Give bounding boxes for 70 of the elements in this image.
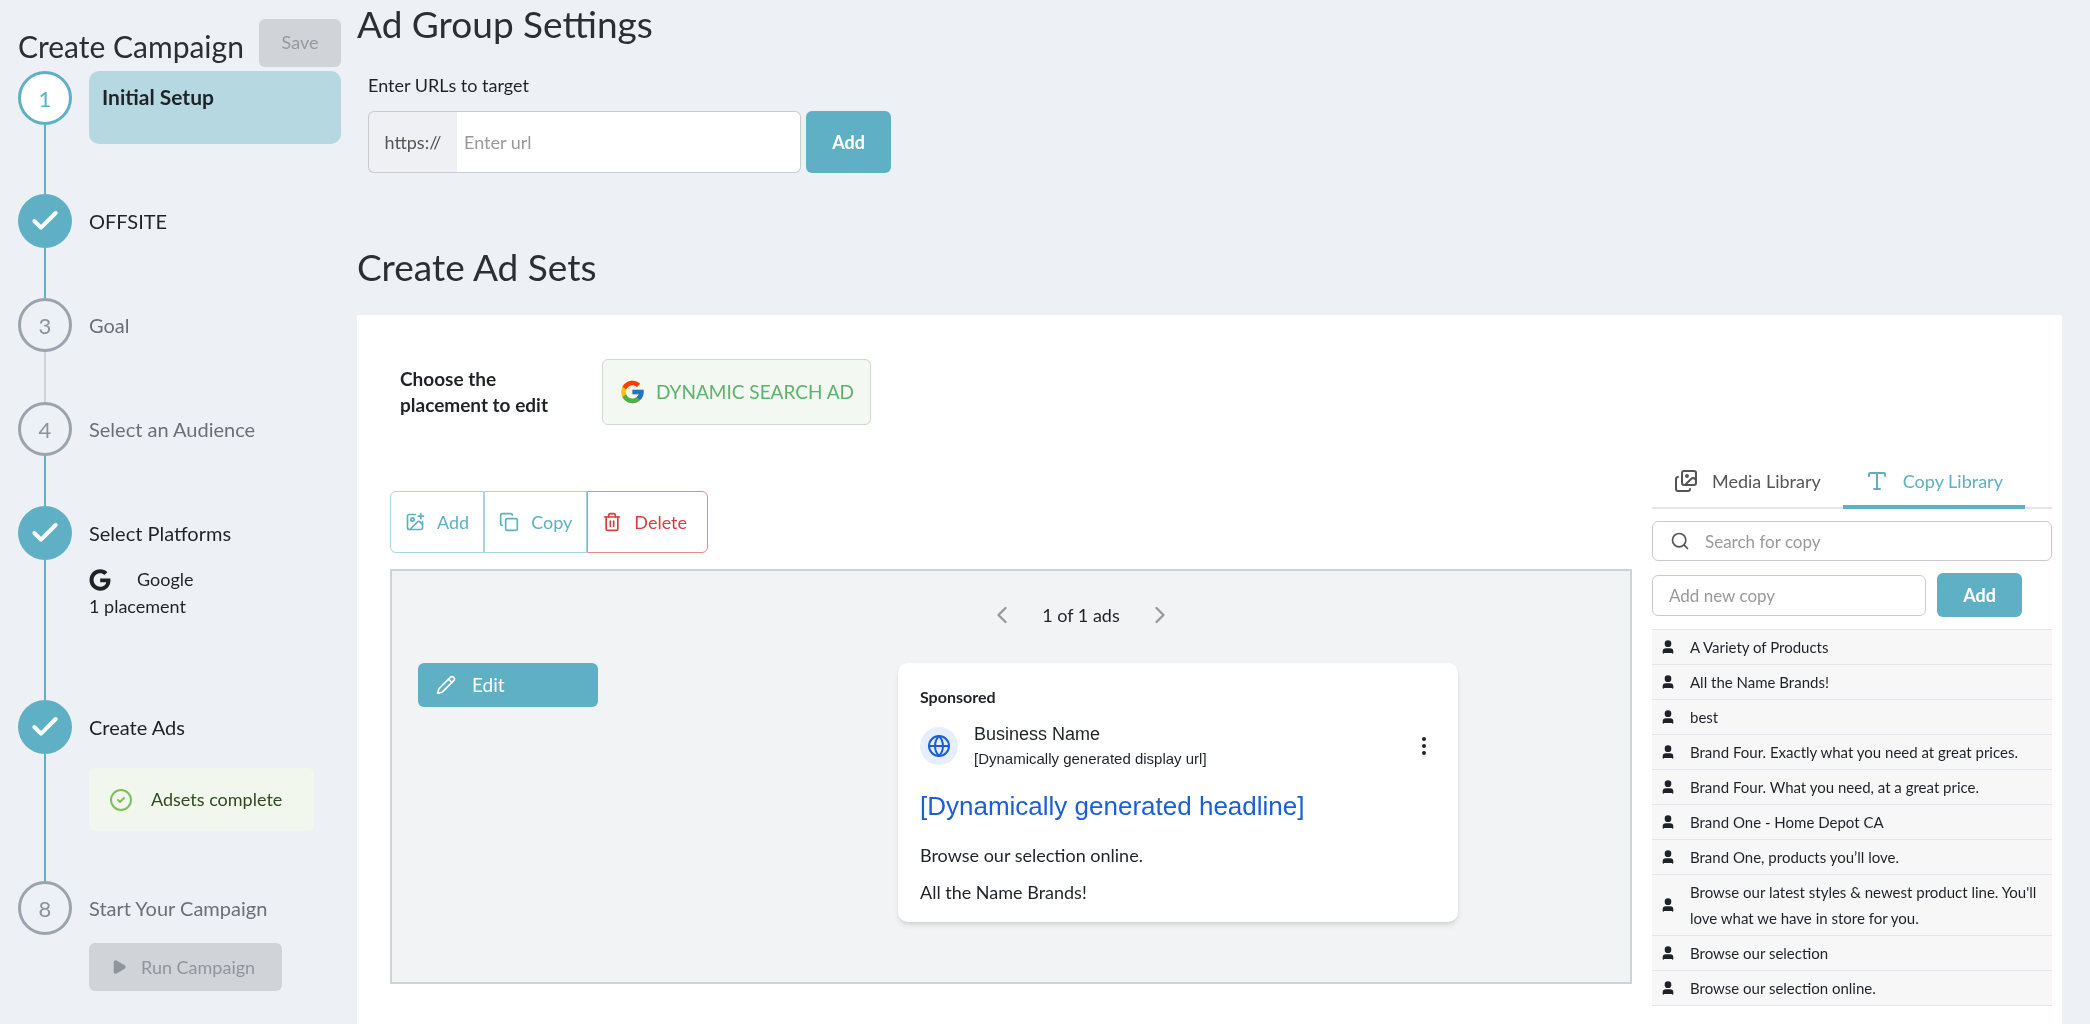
images-icon bbox=[1674, 469, 1698, 493]
person-icon bbox=[1660, 639, 1676, 655]
copy-text: Brand Four. Exactly what you need at great prices. bbox=[1690, 742, 2018, 763]
copy-text: Browse our selection online. bbox=[1690, 978, 1876, 999]
step-label[interactable]: Select an Audience bbox=[89, 402, 341, 456]
current-step-card[interactable]: Initial Setup bbox=[89, 71, 341, 144]
copy-text: Brand Four. What you need, at a great price. bbox=[1690, 777, 1980, 798]
person-icon bbox=[1660, 744, 1676, 760]
copy-text: Brand One, products you’ll love. bbox=[1690, 847, 1899, 868]
field-label: Enter URLs to target bbox=[368, 73, 530, 98]
pencil-icon bbox=[436, 675, 456, 695]
copy-list-item[interactable]: All the Name Brands! bbox=[1652, 665, 2052, 700]
step-number: 1 bbox=[18, 71, 72, 125]
trash-icon bbox=[602, 512, 623, 532]
step-label[interactable]: OFFSITE bbox=[89, 194, 341, 248]
person-icon bbox=[1660, 945, 1676, 961]
person-icon bbox=[1660, 674, 1676, 690]
status-text: Adsets complete bbox=[151, 787, 283, 812]
business-name: Business Name bbox=[974, 723, 1102, 746]
copy-list-item[interactable]: Brand Four. Exactly what you need at great prices. bbox=[1652, 735, 2052, 770]
copy-list-item[interactable]: Browse our selection bbox=[1652, 936, 2052, 971]
step-label[interactable]: Start Your Campaign bbox=[89, 881, 341, 935]
placement-label: Choose the placement to edit bbox=[400, 366, 549, 418]
add-image-icon bbox=[405, 512, 425, 532]
step-number: 4 bbox=[18, 402, 72, 456]
library-tab[interactable]: Media Library bbox=[1652, 457, 1843, 509]
person-icon bbox=[1660, 779, 1676, 795]
ad-headline: [Dynamically generated headline] bbox=[920, 789, 1306, 823]
copy-list-item[interactable]: A Variety of Products bbox=[1652, 630, 2052, 665]
person-icon bbox=[1660, 709, 1676, 725]
copy-list-item[interactable]: Brand Four. What you need, at a great price. bbox=[1652, 770, 2052, 805]
step-number: 3 bbox=[18, 298, 72, 352]
globe-icon bbox=[920, 726, 958, 765]
toolbar-button[interactable]: Delete bbox=[587, 491, 708, 553]
copy-text: Browse our selection bbox=[1690, 943, 1829, 964]
copy-list-item[interactable]: best bbox=[1652, 700, 2052, 735]
check-circle-icon bbox=[109, 787, 133, 812]
copy-list-item[interactable]: Browse our selection online. bbox=[1652, 971, 2052, 1006]
step-label[interactable]: Create Ads bbox=[89, 700, 341, 754]
google-logo-icon bbox=[89, 568, 111, 591]
person-icon bbox=[1660, 814, 1676, 830]
pager-text: 1 of 1 ads bbox=[1042, 602, 1120, 628]
person-icon bbox=[1660, 897, 1676, 913]
person-icon bbox=[1660, 980, 1676, 996]
copy-text: All the Name Brands! bbox=[1690, 672, 1829, 693]
section-title: Create Ad Sets bbox=[357, 245, 598, 289]
sponsored-label: Sponsored bbox=[920, 686, 997, 708]
placement-count: 1 placement bbox=[89, 594, 187, 619]
search-icon bbox=[1670, 531, 1690, 551]
ad-description: Browse our selection online. bbox=[920, 842, 1144, 868]
copy-text: A Variety of Products bbox=[1690, 637, 1829, 658]
step-number: 8 bbox=[18, 881, 72, 935]
section-title: Ad Group Settings bbox=[357, 2, 654, 46]
copy-text: best bbox=[1690, 707, 1719, 728]
new-copy-field[interactable]: Add new copy bbox=[1652, 574, 1926, 616]
sidebar-title: Create Campaign bbox=[18, 27, 244, 66]
step-label[interactable]: Select Platforms bbox=[89, 506, 341, 560]
ad-description: All the Name Brands! bbox=[920, 879, 1088, 905]
platform-name: Google bbox=[137, 567, 194, 592]
copy-list-item[interactable]: Browse our latest styles & newest product line. You'll love what we have in store for you. bbox=[1652, 875, 2052, 936]
play-icon bbox=[111, 959, 127, 975]
step-label[interactable]: Goal bbox=[89, 298, 341, 352]
copy-list-item[interactable]: Brand One, products you’ll love. bbox=[1652, 840, 2052, 875]
copy-icon bbox=[499, 512, 520, 532]
search-field[interactable]: Search for copy bbox=[1652, 521, 2052, 561]
copy-text: Brand One - Home Depot CA bbox=[1690, 812, 1884, 833]
copy-list-item[interactable]: Brand One - Home Depot CA bbox=[1652, 805, 2052, 840]
person-icon bbox=[1660, 849, 1676, 865]
copy-text: Browse our latest styles & newest product line. You'll love what we have in store for you. bbox=[1690, 882, 2038, 929]
display-url: [Dynamically generated display url] bbox=[974, 749, 1208, 769]
